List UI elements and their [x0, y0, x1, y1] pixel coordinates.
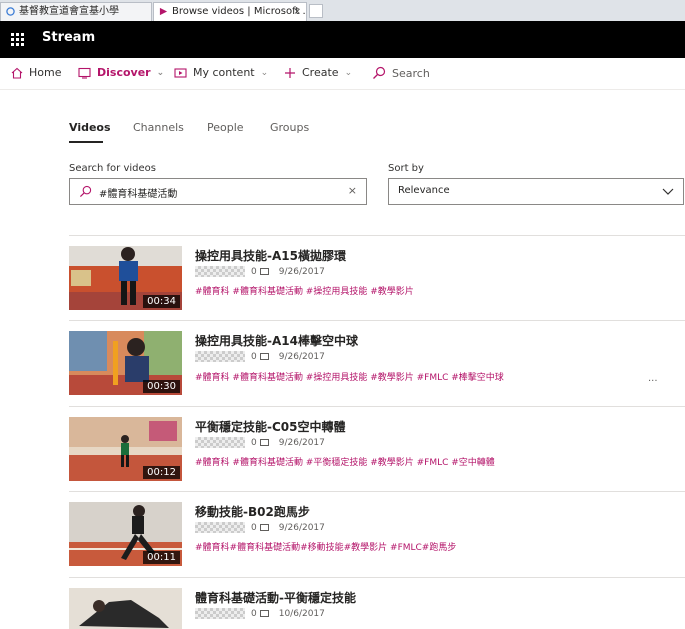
app-launcher-icon[interactable] [11, 33, 24, 46]
video-thumbnail[interactable] [69, 588, 182, 629]
comment-count: 0 [251, 437, 257, 448]
video-tags[interactable]: #體育科 #體育科基礎活動 #平衡穩定技能 #教學影片 #FMLC #空中轉體 [195, 455, 495, 468]
video-tags[interactable]: #體育科#體育科基礎活動#移動技能#教學影片 #FMLC#跑馬步 [195, 540, 456, 553]
nav-home-label: Home [29, 66, 62, 79]
more-options-button[interactable]: ... [648, 373, 658, 384]
nav-my-content[interactable]: My content ⌄ [174, 66, 268, 79]
search-label: Search for videos [69, 163, 156, 174]
video-title[interactable]: 操控用具技能-A15橫拋膠環 [195, 247, 346, 264]
browser-tab-title: 基督教宣道會宣基小學 [19, 6, 119, 17]
video-thumbnail[interactable]: 00:34 [69, 246, 182, 310]
sort-dropdown[interactable]: Relevance [388, 178, 684, 205]
nav-search[interactable]: Search [372, 66, 430, 80]
video-date: 9/26/2017 [278, 437, 325, 448]
new-tab-button[interactable] [309, 4, 323, 18]
browser-tab-title: Browse videos | Microsoft ... [172, 6, 307, 17]
nav-create-label: Create [302, 66, 339, 79]
app-name[interactable]: Stream [42, 30, 95, 45]
chevron-down-icon: ⌄ [260, 67, 269, 78]
search-icon [373, 66, 386, 79]
owner-name-redacted [195, 351, 245, 362]
nav-search-label: Search [392, 66, 430, 80]
comment-icon [259, 610, 269, 617]
tab-videos[interactable]: Videos [69, 121, 111, 134]
plus-icon [285, 67, 295, 78]
video-title[interactable]: 操控用具技能-A14棒擊空中球 [195, 332, 358, 349]
video-thumbnail[interactable]: 00:30 [69, 331, 182, 395]
video-tags[interactable]: #體育科 #體育科基礎活動 #操控用具技能 #教學影片 [195, 284, 414, 297]
video-date: 9/26/2017 [278, 351, 325, 362]
chevron-down-icon [662, 188, 674, 195]
nav-my-content-label: My content [193, 66, 255, 79]
comment-icon [259, 524, 269, 531]
video-duration: 00:30 [143, 380, 180, 393]
nav-discover[interactable]: Discover ⌄ [78, 66, 164, 79]
video-title[interactable]: 體育科基礎活動-平衡穩定技能 [195, 589, 356, 606]
nav-discover-label: Discover [97, 66, 151, 79]
video-icon [174, 67, 187, 78]
owner-name-redacted [195, 266, 245, 277]
owner-name-redacted [195, 608, 245, 619]
comment-count: 0 [251, 608, 257, 619]
close-tab-icon[interactable]: × [293, 3, 301, 21]
divider [69, 235, 685, 236]
video-meta: 0 9/26/2017 [195, 437, 325, 448]
divider [69, 320, 685, 321]
video-duration: 00:11 [143, 551, 180, 564]
sort-label: Sort by [388, 163, 424, 174]
chevron-down-icon: ⌄ [156, 67, 165, 78]
video-meta: 0 9/26/2017 [195, 266, 325, 277]
video-date: 9/26/2017 [278, 522, 325, 533]
video-duration: 00:12 [143, 466, 180, 479]
comment-icon [259, 268, 269, 275]
video-thumbnail[interactable]: 00:12 [69, 417, 182, 481]
owner-name-redacted [195, 437, 245, 448]
sort-value: Relevance [398, 185, 450, 196]
stream-logo-icon [159, 7, 168, 16]
search-input[interactable]: #體育科基礎活動 × [69, 178, 367, 205]
home-icon [11, 67, 23, 79]
video-meta: 0 9/26/2017 [195, 351, 325, 362]
video-title[interactable]: 平衡穩定技能-C05空中轉體 [195, 418, 346, 435]
discover-icon [78, 67, 91, 79]
tab-channels[interactable]: Channels [133, 121, 184, 134]
browser-tab-stream[interactable]: Browse videos | Microsoft ... × [153, 2, 307, 21]
app-header [0, 21, 685, 58]
tab-people[interactable]: People [207, 121, 244, 134]
comment-count: 0 [251, 522, 257, 533]
divider [69, 577, 685, 578]
comment-count: 0 [251, 266, 257, 277]
nav-create[interactable]: Create ⌄ [284, 66, 352, 79]
video-date: 10/6/2017 [278, 608, 325, 619]
browser-tab-school[interactable]: 基督教宣道會宣基小學 [0, 2, 152, 21]
chevron-down-icon: ⌄ [344, 67, 353, 78]
video-meta: 0 9/26/2017 [195, 522, 325, 533]
comment-icon [259, 353, 269, 360]
owner-name-redacted [195, 522, 245, 533]
video-thumbnail-image [69, 588, 182, 629]
divider [69, 491, 685, 492]
nav-home[interactable]: Home [11, 66, 61, 79]
tab-groups[interactable]: Groups [270, 121, 309, 134]
video-thumbnail[interactable]: 00:11 [69, 502, 182, 566]
video-meta: 0 10/6/2017 [195, 608, 325, 619]
globe-icon [6, 7, 15, 16]
video-tags[interactable]: #體育科 #體育科基礎活動 #操控用具技能 #教學影片 #FMLC #棒擊空中球 [195, 370, 504, 383]
tab-videos-underline [69, 141, 103, 143]
clear-search-icon[interactable]: × [348, 184, 357, 197]
search-icon [79, 185, 92, 198]
comment-icon [259, 439, 269, 446]
video-title[interactable]: 移動技能-B02跑馬步 [195, 503, 310, 520]
divider [69, 406, 685, 407]
video-duration: 00:34 [143, 295, 180, 308]
search-input-value: #體育科基礎活動 [99, 189, 178, 200]
video-date: 9/26/2017 [278, 266, 325, 277]
comment-count: 0 [251, 351, 257, 362]
